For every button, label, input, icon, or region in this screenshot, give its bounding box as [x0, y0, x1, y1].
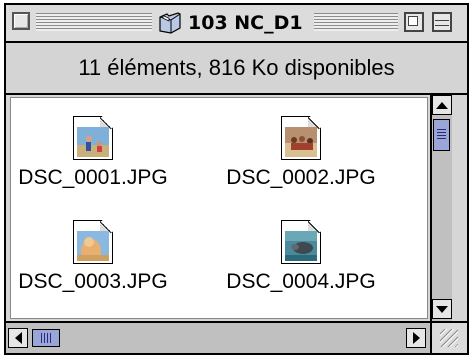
scroll-right-button[interactable] — [406, 328, 426, 348]
file-item[interactable]: DSC_0004.JPG — [211, 220, 391, 294]
zoom-box-icon[interactable] — [404, 12, 424, 32]
horizontal-scrollbar[interactable] — [6, 321, 430, 353]
arrow-down-icon — [436, 305, 448, 313]
file-name: DSC_0002.JPG — [226, 166, 376, 189]
folder-icon — [159, 12, 181, 34]
jpeg-document-icon[interactable] — [281, 220, 321, 264]
file-name: DSC_0004.JPG — [226, 270, 376, 293]
title-bar[interactable]: 103 NC_D1 — [6, 5, 467, 43]
file-name: DSC_0003.JPG — [18, 270, 168, 293]
finder-window: 103 NC_D1 11 éléments, 816 Ko disponible… — [4, 3, 469, 355]
scroll-up-button[interactable] — [432, 95, 452, 115]
close-box-icon[interactable] — [12, 12, 30, 30]
arrow-left-icon — [14, 332, 22, 344]
title-group: 103 NC_D1 — [152, 9, 309, 37]
file-item[interactable]: DSC_0002.JPG — [211, 116, 391, 190]
resize-grip-icon[interactable] — [430, 321, 467, 353]
horizontal-scroll-thumb[interactable] — [32, 329, 60, 347]
vertical-scrollbar[interactable] — [430, 95, 452, 321]
title-stripes-right — [314, 13, 398, 31]
title-stripes-left — [36, 13, 152, 31]
arrow-right-icon — [412, 332, 420, 344]
file-name: DSC_0001.JPG — [18, 166, 168, 189]
arrow-up-icon — [436, 101, 448, 109]
scroll-left-button[interactable] — [8, 328, 28, 348]
scroll-down-button[interactable] — [432, 299, 452, 319]
collapse-box-icon[interactable] — [432, 12, 452, 32]
file-item[interactable]: DSC_0001.JPG — [3, 116, 183, 190]
jpeg-document-icon[interactable] — [73, 220, 113, 264]
jpeg-document-icon[interactable] — [281, 116, 321, 160]
vertical-scroll-thumb[interactable] — [433, 119, 450, 151]
items-available-text: 11 éléments, 816 Ko disponibles — [78, 55, 395, 80]
window-title: 103 NC_D1 — [188, 12, 303, 34]
file-item[interactable]: DSC_0003.JPG — [3, 220, 183, 294]
info-bar: 11 éléments, 816 Ko disponibles — [6, 43, 467, 95]
jpeg-document-icon[interactable] — [73, 116, 113, 160]
file-list-area[interactable]: DSC_0001.JPG DSC_0002.JPG DSC_0003.JPG D… — [10, 97, 428, 319]
